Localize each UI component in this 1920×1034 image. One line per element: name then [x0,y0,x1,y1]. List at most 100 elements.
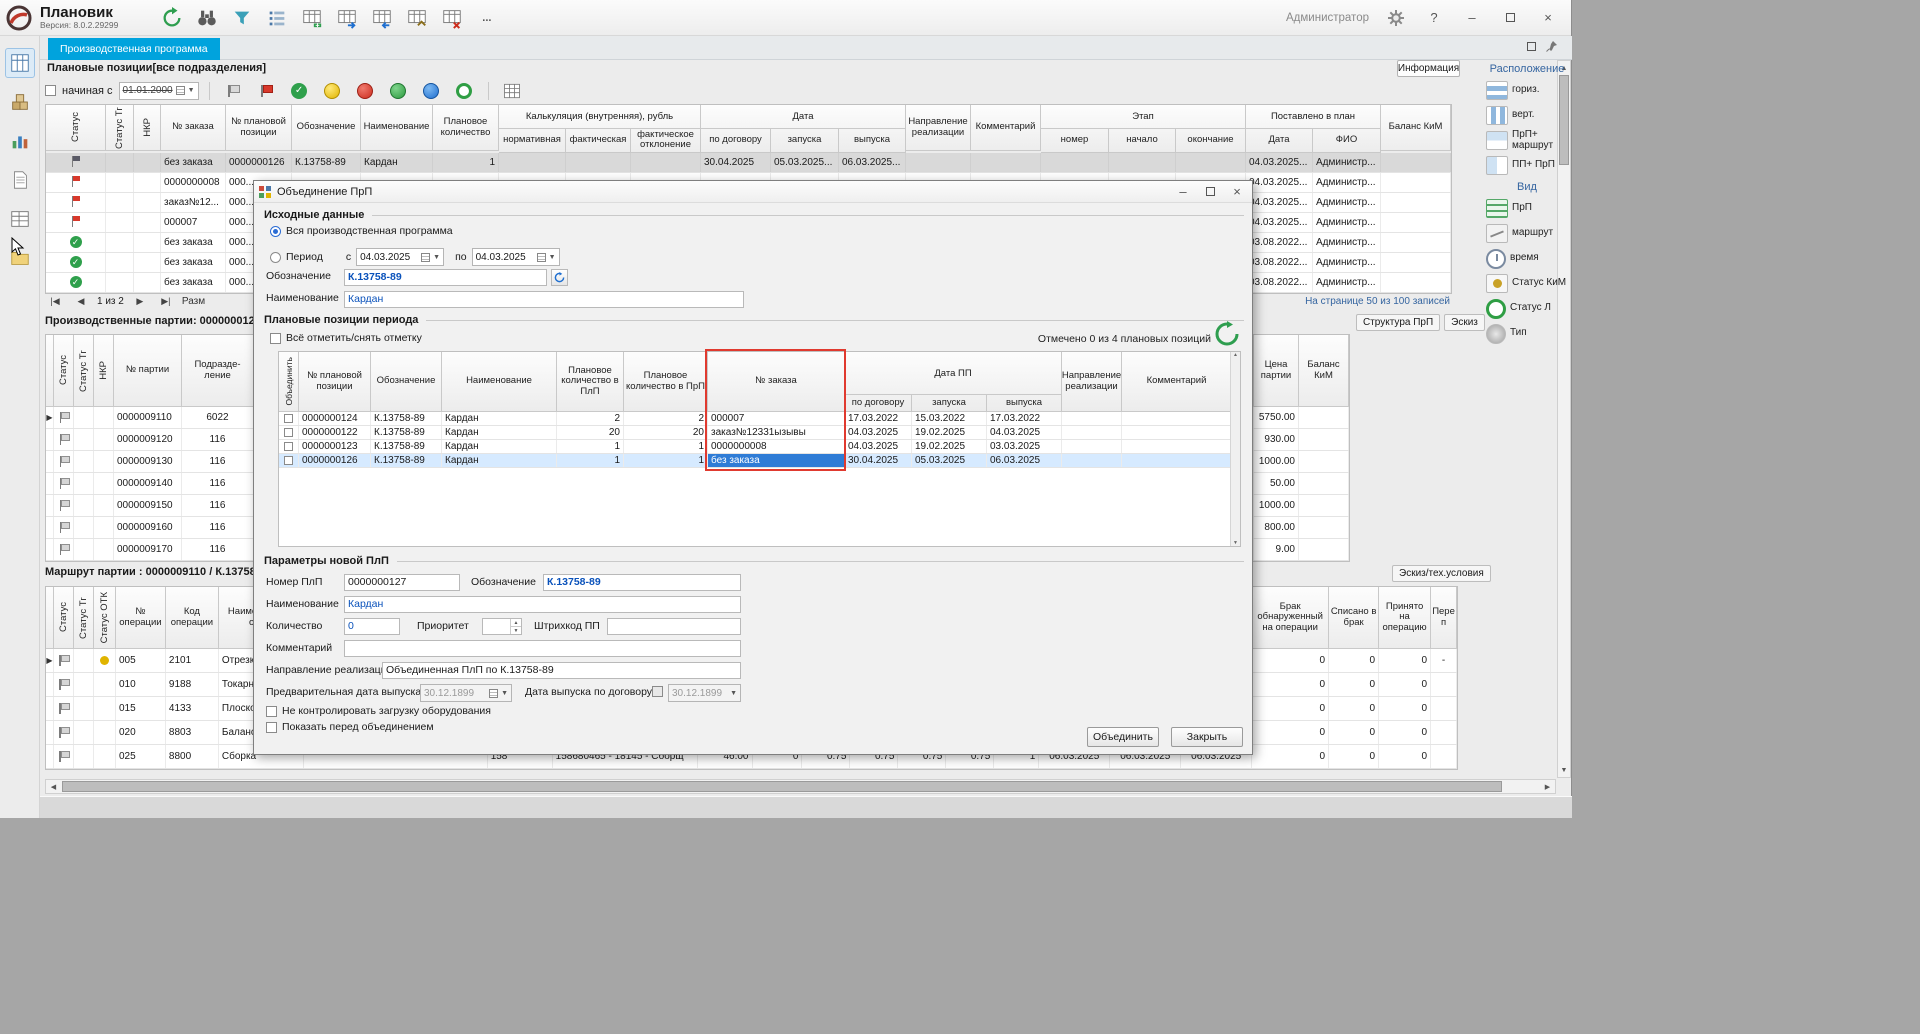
table-import-button[interactable] [368,4,395,31]
close-button[interactable]: × [1537,7,1559,29]
sidebar-item-planning[interactable] [5,48,35,78]
location-option[interactable]: ПрП+ маршрут [1484,128,1570,153]
col-header-date-contract[interactable]: по договору [701,129,771,153]
merge-button[interactable]: Объединить [1087,727,1159,747]
contract-date-checkbox[interactable] [652,686,663,697]
help-button[interactable]: ? [1423,7,1445,29]
col-header-nkr[interactable]: НКР [94,335,114,407]
col-header-balance[interactable]: Баланс КиМ [1381,105,1451,151]
dialog-title-bar[interactable]: Объединение ПрП – × [254,181,1252,203]
first-page-button[interactable]: |◀ [45,293,65,309]
col-header-designation[interactable]: Обозначение [371,352,442,412]
col-header-direction[interactable]: Направление реализации [906,105,971,151]
col-header-defect[interactable]: Брак обнаруженный на операции [1252,587,1329,649]
col-header-calc-norm[interactable]: нормативная [499,129,566,153]
location-option[interactable]: верт. [1484,103,1570,128]
status-ring-button[interactable] [451,77,478,104]
scroll-right-icon[interactable]: ▶ [1540,780,1555,793]
col-header-direction[interactable]: Направление реализации [1062,352,1122,412]
params-name-field[interactable]: Кардан [344,596,741,613]
col-header-calc-fact[interactable]: фактическая [566,129,631,153]
priority-stepper[interactable]: ▲ ▼ [482,618,522,635]
radio-all-program[interactable] [270,226,281,237]
merge-checkbox[interactable] [284,456,293,465]
sidebar-item-materials[interactable] [5,87,35,117]
start-date-checkbox[interactable] [45,85,56,96]
close-dialog-button[interactable]: Закрыть [1171,727,1243,747]
col-header-plan-fio[interactable]: ФИО [1313,129,1381,153]
name-field[interactable]: Кардан [344,291,744,308]
direction-field[interactable]: Объединенная ПлП по К.13758-89 [382,662,741,679]
dialog-position-row[interactable]: 0000000126 К.13758-89 Кардан 1 1 без зак… [279,454,1240,468]
col-group-label[interactable]: Дата ПП [845,352,1062,395]
sidebar-item-production[interactable] [5,126,35,156]
col-header-date-contract[interactable]: по договору [845,395,912,412]
barcode-field[interactable] [607,618,741,635]
merge-checkbox[interactable] [284,428,293,437]
no-load-control-checkbox[interactable] [266,706,277,717]
col-header-transfer[interactable]: Пере п [1431,587,1457,649]
scroll-up-icon[interactable]: ▲ [1233,352,1238,358]
grid-settings-button[interactable] [499,77,526,104]
size-label[interactable]: Разм [182,296,205,307]
col-header-merge[interactable]: Объединить [279,352,299,412]
merge-checkbox[interactable] [284,442,293,451]
col-header-name[interactable]: Наименование [361,105,433,151]
show-before-merge-checkbox[interactable] [266,722,277,733]
last-page-button[interactable]: ▶| [156,293,176,309]
horizontal-scrollbar[interactable]: ◀ ▶ [45,779,1556,794]
merge-checkbox[interactable] [284,414,293,423]
col-header-status-otk[interactable]: Статус ОТК [94,587,116,649]
dialog-position-row[interactable]: 0000000122 К.13758-89 Кардан 20 20 заказ… [279,426,1240,440]
designation-refresh-button[interactable] [551,269,568,286]
predate-input[interactable]: 30.12.1899 ▼ [420,684,512,702]
scroll-left-icon[interactable]: ◀ [46,780,61,793]
flag-gray-button[interactable] [220,77,247,104]
tab-sketch-techconditions[interactable]: Эскиз/тех.условия [1392,565,1491,582]
col-header-name[interactable]: Наименование [442,352,557,412]
view-option[interactable]: Тип [1484,321,1570,346]
settings-button[interactable] [1385,7,1407,29]
location-option[interactable]: ПП+ ПрП [1484,153,1570,178]
filter-button[interactable] [228,4,255,31]
info-button[interactable]: Информация [1397,60,1460,77]
col-group-label[interactable]: Калькуляция (внутренняя), рубль [499,105,701,129]
col-header-designation[interactable]: Обозначение [292,105,361,151]
view-option[interactable]: время [1484,246,1570,271]
col-header-date-launch[interactable]: запуска [912,395,987,412]
tab-structure-prp[interactable]: Структура ПрП [1356,314,1440,331]
table-delete-button[interactable] [438,4,465,31]
col-header-stage-start[interactable]: начало [1109,129,1176,153]
col-header-accepted[interactable]: Принято на операцию [1379,587,1431,649]
period-from-input[interactable]: 04.03.2025 ▼ [356,248,444,266]
status-done-button[interactable]: ✓ [286,77,313,104]
dialog-close-button[interactable]: × [1226,181,1248,203]
stepper-down-icon[interactable]: ▼ [510,626,521,634]
col-header-plan-date[interactable]: Дата [1246,129,1313,153]
sidebar-item-tables[interactable] [5,204,35,234]
col-header-order[interactable]: № заказа [708,352,845,412]
flag-red-button[interactable] [253,77,280,104]
col-header-pos[interactable]: № плановой позиции [226,105,292,151]
col-header-qty[interactable]: Плановое количество [433,105,499,151]
table-transfer-button[interactable] [333,4,360,31]
col-header-status[interactable]: Статус [54,587,74,649]
col-header-comment[interactable]: Комментарий [971,105,1041,151]
maximize-button[interactable] [1499,7,1521,29]
params-designation-field[interactable]: К.13758-89 [543,574,741,591]
search-button[interactable] [193,4,220,31]
col-header-stage-end[interactable]: окончание [1176,129,1246,153]
start-date-input[interactable]: 01.01.2000 ▼ [119,82,199,100]
qty-field[interactable]: 0 [344,618,400,635]
restore-icon[interactable] [1527,42,1536,51]
status-green-button[interactable] [385,77,412,104]
col-header-date-release[interactable]: выпуска [987,395,1062,412]
comment-field[interactable] [344,640,741,657]
col-header-qty-plp[interactable]: Плановое количество в ПлП [557,352,624,412]
contract-date-input[interactable]: 30.12.1899 ▼ [668,684,741,702]
col-header-op-num[interactable]: № операции [116,587,166,649]
next-page-button[interactable]: ▶ [130,293,150,309]
scroll-down-icon[interactable]: ▼ [1558,763,1570,777]
dialog-table-scrollbar[interactable]: ▲ ▼ [1230,352,1240,546]
col-group-label[interactable]: Этап [1041,105,1246,129]
